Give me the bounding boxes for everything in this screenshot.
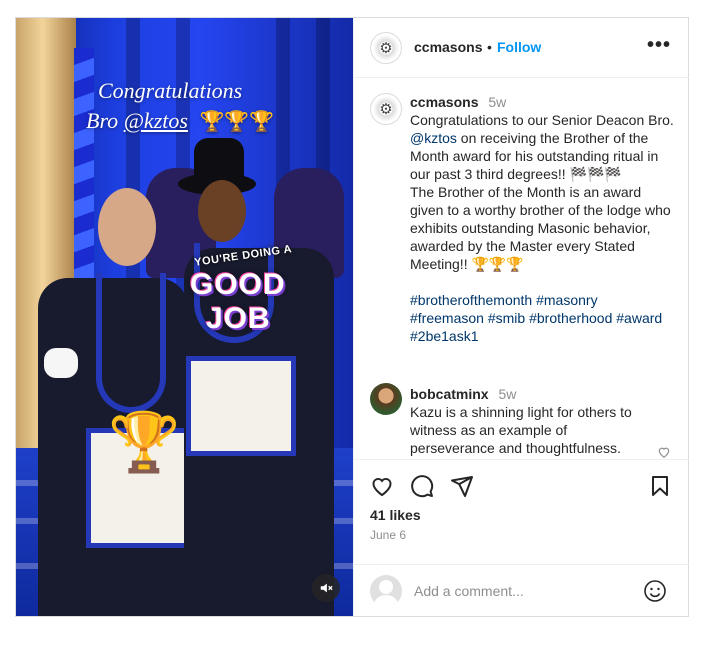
header-username[interactable]: ccmasons (414, 39, 482, 55)
like-heart-icon[interactable] (370, 474, 396, 500)
hashtag[interactable]: #brotherofthemonth (410, 292, 532, 308)
comment-block: bobcatminx 5w Kazu is a shinning light f… (410, 385, 650, 457)
good-job-sticker: YOU'RE DOING A GOOD JOB (186, 243, 296, 342)
post-details-panel: ⚙ ccmasons • Follow ••• ⚙ ccmasons 5w Co… (353, 18, 689, 616)
trophy-emojis: 🏆🏆🏆 (199, 111, 275, 133)
speaker-muted-icon (320, 583, 333, 593)
like-comment-heart-icon[interactable] (657, 445, 671, 459)
save-bookmark-icon[interactable] (648, 474, 674, 500)
caption-mention[interactable]: @kztos (410, 130, 457, 146)
caption-time[interactable]: 5w (488, 94, 506, 110)
action-bar (354, 459, 689, 509)
post-frame: Congratulations Bro @kztos 🏆🏆🏆 YOU'RE DO… (15, 17, 689, 617)
post-image[interactable]: Congratulations Bro @kztos 🏆🏆🏆 YOU'RE DO… (16, 18, 353, 616)
caption-text-2: The Brother of the Month is an award giv… (410, 184, 671, 272)
hashtag-list: #brotherofthemonth #masonry #freemason #… (410, 291, 675, 345)
add-comment-input[interactable] (414, 581, 634, 601)
follow-button[interactable]: Follow (497, 39, 541, 55)
image-caption-prefix: Bro (86, 108, 119, 133)
comment-username[interactable]: bobcatminx (410, 386, 489, 402)
account-avatar[interactable]: ⚙ (370, 32, 402, 64)
commenter-avatar[interactable] (370, 383, 402, 415)
caption-block: ccmasons 5w Congratulations to our Senio… (410, 93, 675, 345)
sticker-job-text: JOB (206, 302, 271, 335)
post-header: ⚙ ccmasons • Follow ••• (354, 18, 689, 78)
image-caption-line2: Bro @kztos 🏆🏆🏆 (86, 108, 274, 134)
masonic-emblem-icon: ⚙ (379, 101, 393, 118)
caption-username[interactable]: ccmasons (410, 94, 478, 110)
comment-bubble-icon[interactable] (410, 474, 436, 500)
likes-count[interactable]: 41 likes (370, 507, 421, 523)
hashtag[interactable]: #masonry (536, 292, 597, 308)
trophy-sticker: 🏆 (108, 410, 181, 475)
image-caption-handle: @kztos (123, 108, 188, 133)
more-options-icon[interactable]: ••• (647, 34, 671, 57)
masonic-emblem-icon: ⚙ (379, 40, 393, 57)
current-user-avatar (370, 575, 402, 607)
caption-text: Congratulations to our Senior Deacon Bro… (410, 111, 675, 183)
comment-time[interactable]: 5w (498, 386, 516, 402)
mute-button[interactable] (312, 574, 340, 602)
post-date[interactable]: June 6 (370, 528, 406, 542)
share-paper-plane-icon[interactable] (450, 474, 476, 500)
hashtag[interactable]: #freemason (410, 310, 484, 326)
emoji-smiley-icon[interactable] (643, 579, 667, 603)
separator-dot: • (487, 39, 492, 55)
comment-text: Kazu is a shinning light for others to w… (410, 404, 632, 456)
add-comment-row (354, 564, 689, 616)
caption-avatar[interactable]: ⚙ (370, 93, 402, 125)
caption-text-part: Congratulations to our Senior Deacon Bro… (410, 112, 674, 128)
hashtag[interactable]: #award (616, 310, 662, 326)
hashtag[interactable]: #smib (488, 310, 525, 326)
hashtag[interactable]: #brotherhood (529, 310, 612, 326)
image-caption-line1: Congratulations (98, 78, 243, 103)
hashtag[interactable]: #2be1ask1 (410, 328, 479, 344)
comments-area[interactable]: ⚙ ccmasons 5w Congratulations to our Sen… (354, 79, 689, 459)
sticker-good-text: GOOD (190, 268, 286, 301)
sticker-small-text: YOU'RE DOING A (193, 243, 293, 269)
